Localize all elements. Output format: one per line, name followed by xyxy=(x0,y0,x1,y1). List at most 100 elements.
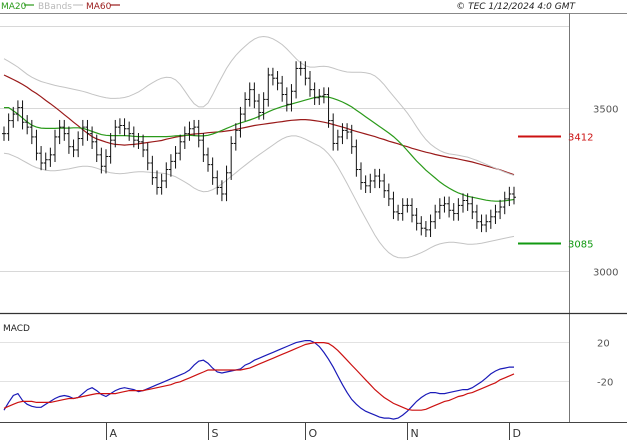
legend-ma20-label: MA20 xyxy=(1,2,27,12)
price-bar xyxy=(359,162,363,190)
price-bar xyxy=(270,67,275,86)
price-bar xyxy=(215,170,220,195)
price-bar xyxy=(321,87,326,104)
macd-line-macd xyxy=(3,340,514,420)
price-bar xyxy=(308,71,312,97)
price-bar xyxy=(122,118,127,136)
price-bar xyxy=(71,139,76,158)
price-bar xyxy=(48,147,53,167)
x-tick-label: O xyxy=(309,427,318,440)
timestamp: © TEC 1/12/2024 4:0 GMT xyxy=(456,2,576,12)
price-bar xyxy=(275,71,280,91)
price-bar xyxy=(280,75,285,102)
level-marker-label: 3412 xyxy=(568,133,593,144)
price-levels: 3412 3085 xyxy=(518,133,593,251)
price-bar xyxy=(173,146,178,169)
price-bar xyxy=(104,149,108,174)
price-bar xyxy=(229,136,234,180)
price-bar xyxy=(76,131,81,158)
price-bar xyxy=(80,119,85,146)
price-bar xyxy=(331,113,336,151)
price-bar xyxy=(66,126,71,154)
price-bar xyxy=(284,87,289,112)
price-bar xyxy=(252,82,257,109)
price-bar xyxy=(117,118,122,135)
price-bar xyxy=(233,123,238,151)
price-bar xyxy=(224,165,229,202)
price-bar xyxy=(43,152,48,171)
price-bar xyxy=(266,67,271,107)
price-bar xyxy=(136,133,141,149)
price-series xyxy=(3,35,515,259)
x-tick-label: S xyxy=(212,427,219,440)
price-bar xyxy=(34,129,39,161)
price-bar xyxy=(493,204,498,224)
price-bar xyxy=(168,154,173,177)
price-bar xyxy=(187,121,192,141)
macd-ytick-label: 20 xyxy=(597,339,610,350)
price-bar xyxy=(488,209,493,229)
legend-ma60-label: MA60 xyxy=(86,2,112,12)
price-bar xyxy=(145,142,150,171)
price-bar xyxy=(113,119,118,148)
price-bar xyxy=(354,139,359,177)
price-bar xyxy=(502,191,507,215)
stock-chart: 3412 3085 3000 3500 20 -20 MACD A S O N D MA20 … xyxy=(0,2,627,440)
price-bar xyxy=(410,198,414,223)
price-bar xyxy=(419,216,424,236)
price-bar xyxy=(456,198,461,221)
price-bar xyxy=(108,133,113,164)
price-bar xyxy=(437,198,442,220)
price-bar xyxy=(391,191,396,220)
price-bar xyxy=(461,193,465,213)
macd-yticks: 20 -20 xyxy=(597,339,613,389)
price-bar xyxy=(39,146,44,171)
price-bar xyxy=(507,186,512,207)
price-bar xyxy=(433,204,438,229)
panel-frames xyxy=(0,13,627,423)
price-bar xyxy=(206,147,210,172)
price-bar xyxy=(25,115,30,135)
series-line-bbands-lower xyxy=(3,135,515,259)
price-bar xyxy=(150,155,155,185)
macd-line-signal xyxy=(3,342,515,411)
x-axis: ASOND xyxy=(106,422,521,440)
macd-ytick-label: -20 xyxy=(597,378,613,389)
price-bar xyxy=(479,214,484,233)
level-marker-label: 3085 xyxy=(568,240,593,251)
price-bar xyxy=(335,129,340,151)
price-bar xyxy=(57,119,62,145)
price-bar xyxy=(312,82,317,105)
price-bar xyxy=(363,175,368,193)
price-bar xyxy=(289,84,294,112)
legend-bbands-label: BBands xyxy=(38,2,72,12)
price-bar xyxy=(428,214,433,238)
price-bar xyxy=(512,186,516,205)
price-bar xyxy=(414,208,419,231)
price-bar xyxy=(386,183,391,207)
price-bar xyxy=(53,129,57,163)
price-bar xyxy=(484,214,489,233)
price-bar xyxy=(474,204,479,229)
price-bar xyxy=(164,162,169,189)
price-bar xyxy=(294,61,299,99)
price-ytick-label: 3500 xyxy=(593,105,618,116)
price-bar xyxy=(62,119,67,141)
price-bar xyxy=(182,126,187,149)
price-bar xyxy=(396,204,401,221)
price-bar xyxy=(372,168,377,189)
price-bar xyxy=(400,198,405,221)
price-bar xyxy=(442,196,447,213)
price-gridlines xyxy=(0,26,569,272)
x-tick-label: N xyxy=(411,427,419,440)
price-bars xyxy=(2,61,516,238)
price-bar xyxy=(2,126,6,141)
x-tick-label: A xyxy=(110,427,118,440)
macd-title: MACD xyxy=(3,324,30,334)
legend: MA20 BBands MA60 xyxy=(1,2,120,12)
price-bar xyxy=(247,82,252,107)
price-bar xyxy=(159,173,164,195)
price-bar xyxy=(127,121,132,141)
price-bar xyxy=(243,92,248,122)
price-bar xyxy=(201,133,206,163)
